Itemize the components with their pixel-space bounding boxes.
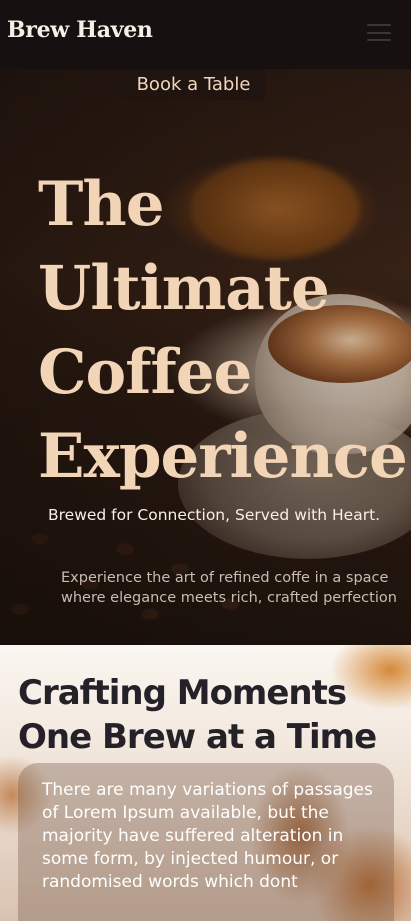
hero-section: Book a Table The Ultimate Coffee Experie… [0, 69, 411, 645]
hero-description: Experience the art of refined coffe in a… [61, 570, 397, 606]
menu-line [367, 24, 391, 26]
about-text-card: There are many variations of passages of… [18, 763, 394, 921]
hero-title-line: Coffee [38, 337, 252, 408]
menu-line [367, 31, 391, 34]
hamburger-menu-icon[interactable] [367, 24, 391, 41]
menu-line [367, 39, 391, 41]
about-body-text: There are many variations of passages of… [42, 780, 373, 892]
hero-title-line: Experience [38, 421, 408, 492]
book-table-button[interactable]: Book a Table [122, 69, 265, 100]
about-title-line: One Brew at a Time [18, 717, 377, 757]
hero-title-line: The [38, 169, 165, 240]
about-title: Crafting Moments One Brew at a Time [18, 671, 398, 759]
top-navbar: Brew Haven [0, 0, 411, 69]
brand-logo[interactable]: Brew Haven [7, 17, 153, 43]
about-title-line: Crafting Moments [18, 673, 347, 713]
about-section: Crafting Moments One Brew at a Time Ther… [0, 645, 411, 921]
hero-title: The Ultimate Coffee Experience [38, 163, 408, 499]
hero-tagline: Brewed for Connection, Served with Heart… [48, 506, 381, 524]
hero-title-line: Ultimate [38, 253, 330, 324]
